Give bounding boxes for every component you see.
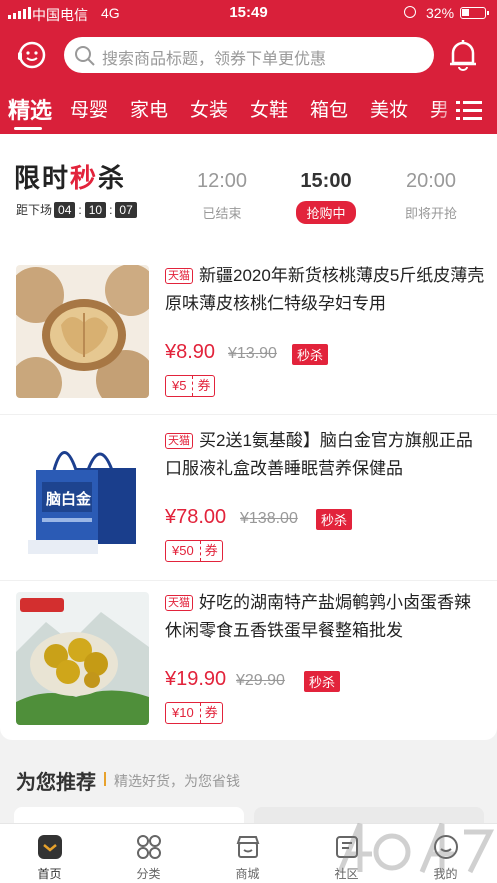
app-header: 搜索商品标题，领券下单更优惠 bbox=[0, 26, 497, 86]
flash-sale-tag: 秒杀 bbox=[316, 509, 353, 530]
coupon-badge[interactable]: ¥5 券 bbox=[165, 375, 216, 397]
flash-title-part: 杀 bbox=[98, 163, 127, 193]
slot-status: 已结束 bbox=[202, 206, 242, 221]
recommend-subtitle: 精选好货，为您省钱 bbox=[114, 773, 240, 789]
product-card-walnut[interactable]: 天猫 新疆2020年新货核桃薄皮5斤纸皮薄壳原味薄皮核桃仁特级孕妇专用 ¥8.9… bbox=[0, 265, 497, 427]
battery-icon bbox=[460, 7, 489, 19]
flash-sale-title: 限时秒杀 bbox=[14, 158, 126, 195]
product-card-quail-eggs[interactable]: 天猫 好吃的湖南特产盐焗鹌鹑小卤蛋香辣休闲零食五香铁蛋早餐整箱批发 ¥19.90… bbox=[0, 592, 497, 754]
tab-beauty[interactable]: 美妆 bbox=[370, 95, 408, 122]
original-price: ¥29.90 bbox=[236, 672, 285, 689]
coupon-label: 券 bbox=[199, 541, 222, 561]
tab-bags[interactable]: 箱包 bbox=[310, 95, 348, 122]
slot-time: 15:00 bbox=[300, 170, 352, 192]
coupon-badge[interactable]: ¥10 券 bbox=[165, 702, 223, 724]
coupon-badge[interactable]: ¥50 券 bbox=[165, 540, 223, 562]
status-bar: 中国电信 4G 15:49 32% bbox=[0, 0, 497, 26]
coupon-amount: ¥10 bbox=[172, 705, 194, 720]
time-slot-upcoming[interactable]: 20:00 即将开抢 bbox=[381, 170, 481, 223]
countdown-hours: 04 bbox=[54, 201, 76, 218]
flash-sale-tag: 秒杀 bbox=[292, 344, 329, 365]
coupon-label: 券 bbox=[192, 376, 214, 396]
product-image-walnut bbox=[16, 265, 149, 398]
category-tabs: 精选 母婴 家电 女装 女鞋 箱包 美妆 男 bbox=[0, 86, 497, 134]
clock: 15:49 bbox=[229, 4, 268, 21]
time-slot-active[interactable]: 15:00 抢购中 bbox=[276, 170, 376, 224]
product-image-naobaijin: 脑白金 bbox=[16, 430, 149, 563]
store-icon bbox=[236, 836, 260, 858]
customer-service-icon[interactable] bbox=[16, 39, 48, 71]
slot-time: 12:00 bbox=[196, 170, 248, 192]
countdown-seconds: 07 bbox=[115, 201, 137, 218]
flash-title-highlight: 秒 bbox=[70, 163, 99, 193]
countdown-minutes: 10 bbox=[84, 201, 107, 218]
svg-text:脑白金: 脑白金 bbox=[46, 490, 92, 508]
coupon-label: 券 bbox=[199, 703, 222, 723]
active-tab-indicator bbox=[14, 127, 42, 130]
site-watermark bbox=[337, 823, 495, 874]
divider bbox=[0, 580, 497, 581]
slot-status: 即将开抢 bbox=[404, 206, 457, 221]
search-icon bbox=[75, 46, 95, 66]
tab-home[interactable]: 首页 bbox=[0, 824, 99, 883]
product-title: 好吃的湖南特产盐焗鹌鹑小卤蛋香辣休闲零食五香铁蛋早餐整箱批发 bbox=[165, 593, 471, 640]
tab-mall-label: 商城 bbox=[235, 867, 260, 881]
product-image-quail-eggs bbox=[16, 592, 149, 725]
product-price: ¥78.00 bbox=[165, 506, 227, 528]
tab-category[interactable]: 分类 bbox=[99, 824, 198, 883]
time-slot-ended[interactable]: 12:00 已结束 bbox=[172, 170, 272, 223]
product-title: 新疆2020年新货核桃薄皮5斤纸皮薄壳原味薄皮核桃仁特级孕妇专用 bbox=[165, 266, 485, 313]
tab-featured[interactable]: 精选 bbox=[8, 93, 52, 125]
search-bar[interactable]: 搜索商品标题，领券下单更优惠 bbox=[64, 37, 434, 73]
flash-sale-card: 限时秒杀 距下场 04: 10: 07 12:00 已结束 15:00 抢购中 … bbox=[0, 134, 497, 740]
product-title: 买2送1氨基酸】脑白金官方旗舰正品口服液礼盒改善睡眠营养保健品 bbox=[165, 431, 473, 478]
search-placeholder: 搜索商品标题，领券下单更优惠 bbox=[102, 51, 327, 68]
rotation-lock-icon bbox=[404, 6, 416, 18]
notification-bell-icon[interactable] bbox=[448, 38, 478, 72]
slot-time: 20:00 bbox=[405, 170, 457, 192]
original-price: ¥138.00 bbox=[240, 510, 298, 527]
tab-home-label: 首页 bbox=[37, 867, 62, 881]
recommend-title: 为您推荐 bbox=[16, 772, 96, 794]
home-icon bbox=[38, 835, 62, 859]
original-price: ¥13.90 bbox=[228, 345, 277, 362]
tab-womens-shoes[interactable]: 女鞋 bbox=[250, 95, 288, 122]
product-price: ¥19.90 bbox=[165, 668, 227, 690]
category-grid-icon bbox=[137, 835, 161, 859]
countdown-label: 距下场 bbox=[16, 203, 53, 217]
recommend-divider bbox=[104, 772, 106, 786]
category-menu-icon[interactable] bbox=[456, 100, 482, 122]
tab-appliances[interactable]: 家电 bbox=[130, 95, 168, 122]
product-card-naobaijin[interactable]: 脑白金 天猫 买2送1氨基酸】脑白金官方旗舰正品口服液礼盒改善睡眠营养保健品 ¥… bbox=[0, 430, 497, 592]
countdown: 距下场 04: 10: 07 bbox=[16, 201, 137, 218]
product-price: ¥8.90 bbox=[165, 341, 216, 363]
tab-womens-clothing[interactable]: 女装 bbox=[190, 95, 228, 122]
battery-percent: 32% bbox=[426, 5, 455, 21]
tab-category-label: 分类 bbox=[136, 867, 161, 881]
coupon-amount: ¥5 bbox=[172, 378, 187, 393]
coupon-amount: ¥50 bbox=[172, 543, 194, 558]
slot-status-badge: 抢购中 bbox=[296, 201, 356, 224]
tab-baby[interactable]: 母婴 bbox=[70, 95, 108, 122]
tab-mall[interactable]: 商城 bbox=[198, 824, 297, 883]
divider bbox=[0, 414, 497, 415]
flash-title-part: 限时 bbox=[14, 163, 71, 193]
flash-sale-tag: 秒杀 bbox=[304, 671, 341, 692]
